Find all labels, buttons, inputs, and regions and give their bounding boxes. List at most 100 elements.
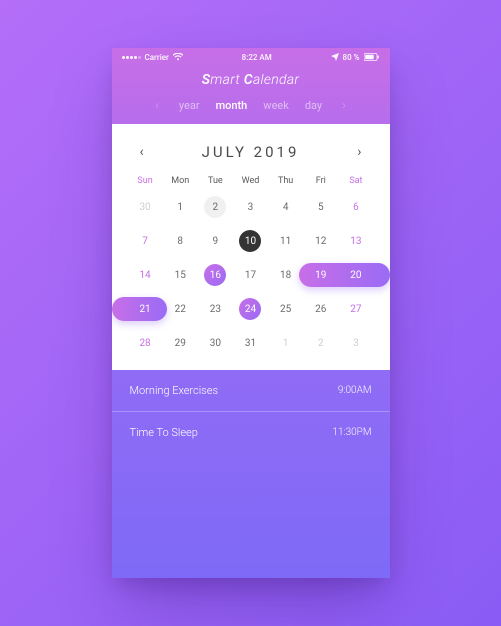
dow-label: Thu <box>268 176 303 186</box>
prev-month[interactable]: ‹ <box>134 142 150 162</box>
phone-frame: Carrier 8:22 AM 80 % Smart Calendar ‹ ye… <box>112 48 390 578</box>
day-number: 18 <box>280 270 291 281</box>
event-item[interactable]: Morning Exercises9:00AM <box>112 370 390 411</box>
day-cell[interactable]: 2 <box>198 194 233 220</box>
day-cell[interactable]: 5 <box>303 194 338 220</box>
day-cell[interactable]: 15 <box>163 262 198 288</box>
day-number: 22 <box>175 304 186 315</box>
clock: 8:22 AM <box>242 53 272 62</box>
day-of-week-header: SunMonTueWedThuFriSat <box>128 176 374 186</box>
day-number: 2 <box>318 338 324 349</box>
send-icon <box>331 53 339 61</box>
day-number: 30 <box>210 338 221 349</box>
day-cell[interactable]: 16 <box>198 262 233 288</box>
day-cell[interactable]: 3 <box>338 330 373 356</box>
day-cell[interactable]: 1 <box>163 194 198 220</box>
day-cell[interactable]: 27 <box>338 296 373 322</box>
day-number: 15 <box>175 270 186 281</box>
day-cell[interactable]: 18 <box>268 262 303 288</box>
day-number: 13 <box>350 236 361 247</box>
day-number: 5 <box>318 202 324 213</box>
dow-label: Fri <box>303 176 338 186</box>
event-title: Morning Exercises <box>130 384 219 397</box>
day-number: 2 <box>213 202 219 213</box>
day-cell[interactable]: 9 <box>198 228 233 254</box>
day-cell[interactable]: 6 <box>338 194 373 220</box>
event-time: 11:30PM <box>332 427 371 438</box>
event-list: Morning Exercises9:00AM Time To Sleep 11:3… <box>112 370 390 578</box>
event-item[interactable]: Time To Sleep 11:30PM <box>112 411 390 453</box>
day-number: 17 <box>245 270 256 281</box>
day-number: 10 <box>245 236 256 247</box>
day-number: 24 <box>245 304 256 315</box>
tab-week[interactable]: week <box>263 99 289 112</box>
battery-icon <box>364 53 380 61</box>
calendar-grid: 3012345678910111213141516171819202122232… <box>128 194 374 356</box>
day-number: 29 <box>175 338 186 349</box>
day-number: 20 <box>350 270 361 281</box>
wifi-icon <box>173 53 183 61</box>
carrier-label: Carrier <box>145 53 169 62</box>
day-cell[interactable]: 4 <box>268 194 303 220</box>
day-cell[interactable]: 7 <box>128 228 163 254</box>
day-number: 19 <box>315 270 326 281</box>
day-cell[interactable]: 19 <box>303 262 338 288</box>
day-number: 11 <box>280 236 291 247</box>
day-number: 23 <box>210 304 221 315</box>
day-number: 27 <box>350 304 361 315</box>
dow-label: Sat <box>338 176 373 186</box>
day-number: 12 <box>315 236 326 247</box>
dow-label: Tue <box>198 176 233 186</box>
dow-label: Wed <box>233 176 268 186</box>
day-cell[interactable]: 31 <box>233 330 268 356</box>
day-cell[interactable]: 28 <box>128 330 163 356</box>
day-cell[interactable]: 21 <box>128 296 163 322</box>
month-label: JULY 2019 <box>202 143 300 161</box>
status-bar: Carrier 8:22 AM 80 % <box>112 48 390 66</box>
day-number: 9 <box>213 236 219 247</box>
day-cell[interactable]: 30 <box>128 194 163 220</box>
dow-label: Mon <box>163 176 198 186</box>
tab-month[interactable]: month <box>216 99 248 112</box>
dow-label: Sun <box>128 176 163 186</box>
day-number: 16 <box>210 270 221 281</box>
day-cell[interactable]: 12 <box>303 228 338 254</box>
day-cell[interactable]: 17 <box>233 262 268 288</box>
day-cell[interactable]: 3 <box>233 194 268 220</box>
day-number: 1 <box>283 338 289 349</box>
app-title: Smart Calendar <box>112 66 390 98</box>
day-cell[interactable]: 22 <box>163 296 198 322</box>
day-number: 25 <box>280 304 291 315</box>
day-number: 3 <box>353 338 359 349</box>
day-number: 8 <box>177 236 183 247</box>
day-number: 26 <box>315 304 326 315</box>
day-cell[interactable]: 14 <box>128 262 163 288</box>
battery-label: 80 % <box>343 53 360 62</box>
day-number: 1 <box>177 202 183 213</box>
day-number: 30 <box>139 202 150 213</box>
day-number: 14 <box>139 270 150 281</box>
day-number: 4 <box>283 202 289 213</box>
day-cell[interactable]: 23 <box>198 296 233 322</box>
day-cell[interactable]: 29 <box>163 330 198 356</box>
day-cell[interactable]: 24 <box>233 296 268 322</box>
day-number: 31 <box>245 338 256 349</box>
calendar-card: ‹ JULY 2019 › SunMonTueWedThuFriSat 3012… <box>112 124 390 370</box>
tab-year[interactable]: year <box>179 99 200 112</box>
tabs-prev[interactable]: ‹ <box>151 98 163 112</box>
day-cell[interactable]: 11 <box>268 228 303 254</box>
day-cell[interactable]: 10 <box>233 228 268 254</box>
day-cell[interactable]: 20 <box>338 262 373 288</box>
day-cell[interactable]: 8 <box>163 228 198 254</box>
day-number: 3 <box>248 202 254 213</box>
day-cell[interactable]: 26 <box>303 296 338 322</box>
day-cell[interactable]: 13 <box>338 228 373 254</box>
event-title: Time To Sleep <box>130 426 198 439</box>
tab-day[interactable]: day <box>305 99 322 112</box>
day-cell[interactable]: 2 <box>303 330 338 356</box>
day-cell[interactable]: 25 <box>268 296 303 322</box>
day-cell[interactable]: 1 <box>268 330 303 356</box>
tabs-next[interactable]: › <box>338 98 350 112</box>
day-cell[interactable]: 30 <box>198 330 233 356</box>
next-month[interactable]: › <box>351 142 367 162</box>
